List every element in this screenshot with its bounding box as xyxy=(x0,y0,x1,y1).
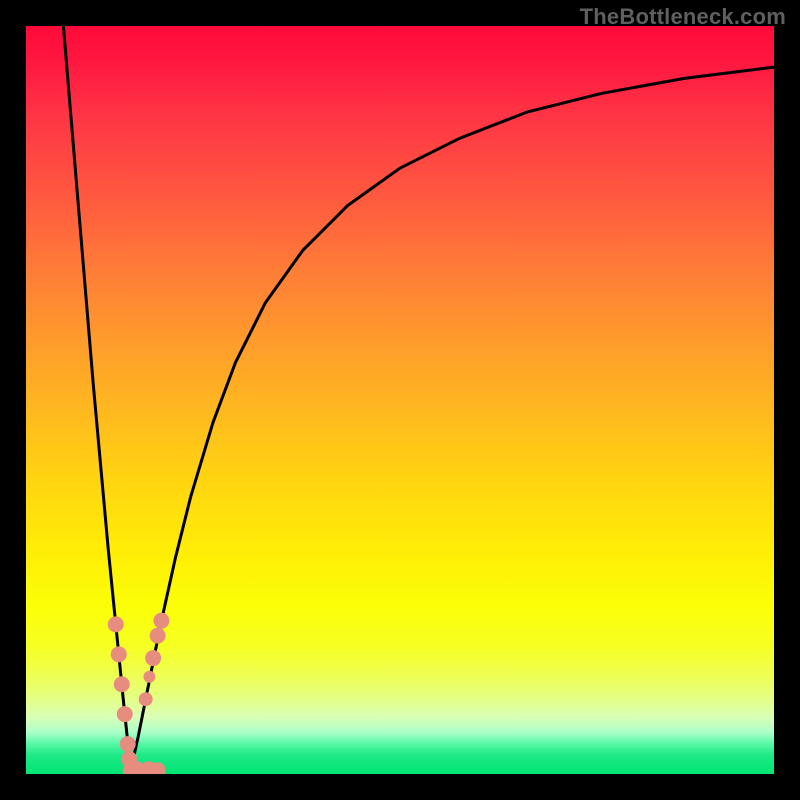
curve-layer xyxy=(26,26,774,774)
data-marker xyxy=(117,706,133,722)
data-marker xyxy=(120,736,136,752)
data-marker xyxy=(150,628,166,644)
plot-area xyxy=(26,26,774,774)
data-marker xyxy=(108,616,124,632)
data-marker xyxy=(114,676,130,692)
data-marker xyxy=(143,671,155,683)
data-marker xyxy=(153,613,169,629)
data-marker xyxy=(145,650,161,666)
chart-container: TheBottleneck.com xyxy=(0,0,800,800)
data-marker xyxy=(111,646,127,662)
data-marker xyxy=(139,692,153,706)
right-curve xyxy=(131,67,774,770)
